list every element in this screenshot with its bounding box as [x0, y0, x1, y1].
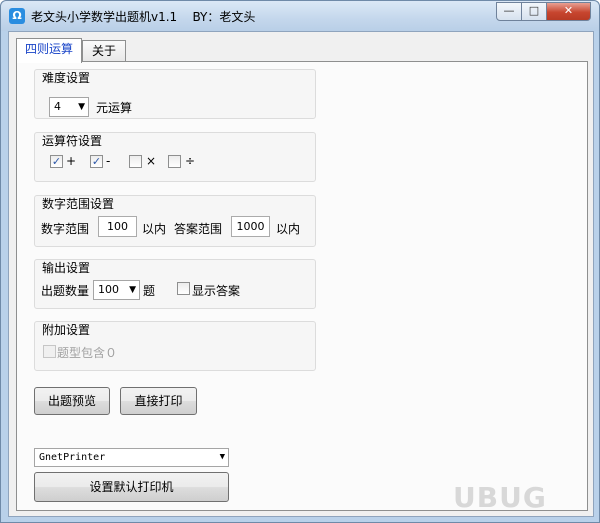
maximize-button[interactable]: □ — [521, 2, 547, 21]
number-within-label: 以内 — [142, 222, 167, 236]
minimize-button[interactable]: — — [496, 2, 522, 21]
range-group-title: 数字范围设置 — [42, 197, 115, 211]
answer-range-label: 答案范围 — [174, 222, 223, 236]
answer-within-label: 以内 — [276, 222, 301, 236]
client-area: 四则运算 关于 难度设置 4 ▼ 元运算 运算符设置 ✓ + ✓ - × ÷ 数… — [8, 31, 594, 517]
question-count-label: 出题数量 — [41, 284, 90, 298]
question-count-value: 100 — [98, 283, 119, 296]
include-zero-label: 题型包含０ — [57, 346, 118, 360]
printer-select[interactable]: GnetPrinter ▼ — [34, 448, 229, 467]
set-default-printer-button[interactable]: 设置默认打印机 — [34, 472, 229, 502]
chevron-down-icon: ▼ — [129, 285, 136, 295]
number-range-label: 数字范围 — [41, 222, 90, 236]
include-zero-checkbox[interactable] — [43, 345, 56, 358]
output-group-title: 输出设置 — [42, 261, 91, 275]
operators-group: 运算符设置 ✓ + ✓ - × ÷ — [34, 132, 316, 182]
number-range-input[interactable]: 100 — [98, 216, 137, 237]
print-button[interactable]: 直接打印 — [120, 387, 197, 415]
extra-group-title: 附加设置 — [42, 323, 91, 337]
multiply-label: × — [146, 154, 157, 168]
question-count-select[interactable]: 100 ▼ — [93, 280, 140, 300]
divide-label: ÷ — [185, 154, 196, 168]
minus-label: - — [106, 154, 111, 168]
minus-checkbox[interactable]: ✓ — [90, 155, 103, 168]
close-button[interactable]: ✕ — [546, 2, 591, 21]
tab-panel-arithmetic: 难度设置 4 ▼ 元运算 运算符设置 ✓ + ✓ - × ÷ 数字范围设置 数字… — [16, 61, 588, 511]
answer-range-input[interactable]: 1000 — [231, 216, 270, 237]
plus-label: + — [66, 154, 77, 168]
preview-button[interactable]: 出题预览 — [34, 387, 110, 415]
divide-checkbox[interactable] — [168, 155, 181, 168]
watermark: UBUG — [453, 481, 547, 514]
chevron-down-icon: ▼ — [78, 102, 85, 112]
difficulty-group-title: 难度设置 — [42, 71, 91, 85]
show-answer-label: 显示答案 — [192, 284, 241, 298]
chevron-down-icon: ▼ — [219, 452, 225, 462]
app-window: Ω 老文头小学数学出题机v1.1 BY：老文头 — □ ✕ 四则运算 关于 难度… — [0, 0, 600, 523]
tab-about[interactable]: 关于 — [82, 40, 126, 62]
printer-selected-value: GnetPrinter — [39, 452, 106, 463]
app-logo-icon: Ω — [9, 8, 25, 24]
operand-suffix-label: 元运算 — [96, 101, 133, 115]
tab-arithmetic[interactable]: 四则运算 — [16, 38, 83, 63]
difficulty-group: 难度设置 4 ▼ 元运算 — [34, 69, 316, 119]
question-suffix-label: 题 — [143, 284, 156, 298]
operand-count-value: 4 — [54, 100, 61, 113]
plus-checkbox[interactable]: ✓ — [50, 155, 63, 168]
window-title: 老文头小学数学出题机v1.1 BY：老文头 — [31, 10, 256, 24]
range-group: 数字范围设置 数字范围 100 以内 答案范围 1000 以内 — [34, 195, 316, 247]
output-group: 输出设置 出题数量 100 ▼ 题 显示答案 — [34, 259, 316, 309]
title-bar[interactable]: Ω 老文头小学数学出题机v1.1 BY：老文头 — □ ✕ — [1, 1, 599, 31]
extra-group: 附加设置 题型包含０ — [34, 321, 316, 371]
operand-count-select[interactable]: 4 ▼ — [49, 97, 89, 117]
show-answer-checkbox[interactable] — [177, 282, 190, 295]
multiply-checkbox[interactable] — [129, 155, 142, 168]
operators-group-title: 运算符设置 — [42, 134, 103, 148]
